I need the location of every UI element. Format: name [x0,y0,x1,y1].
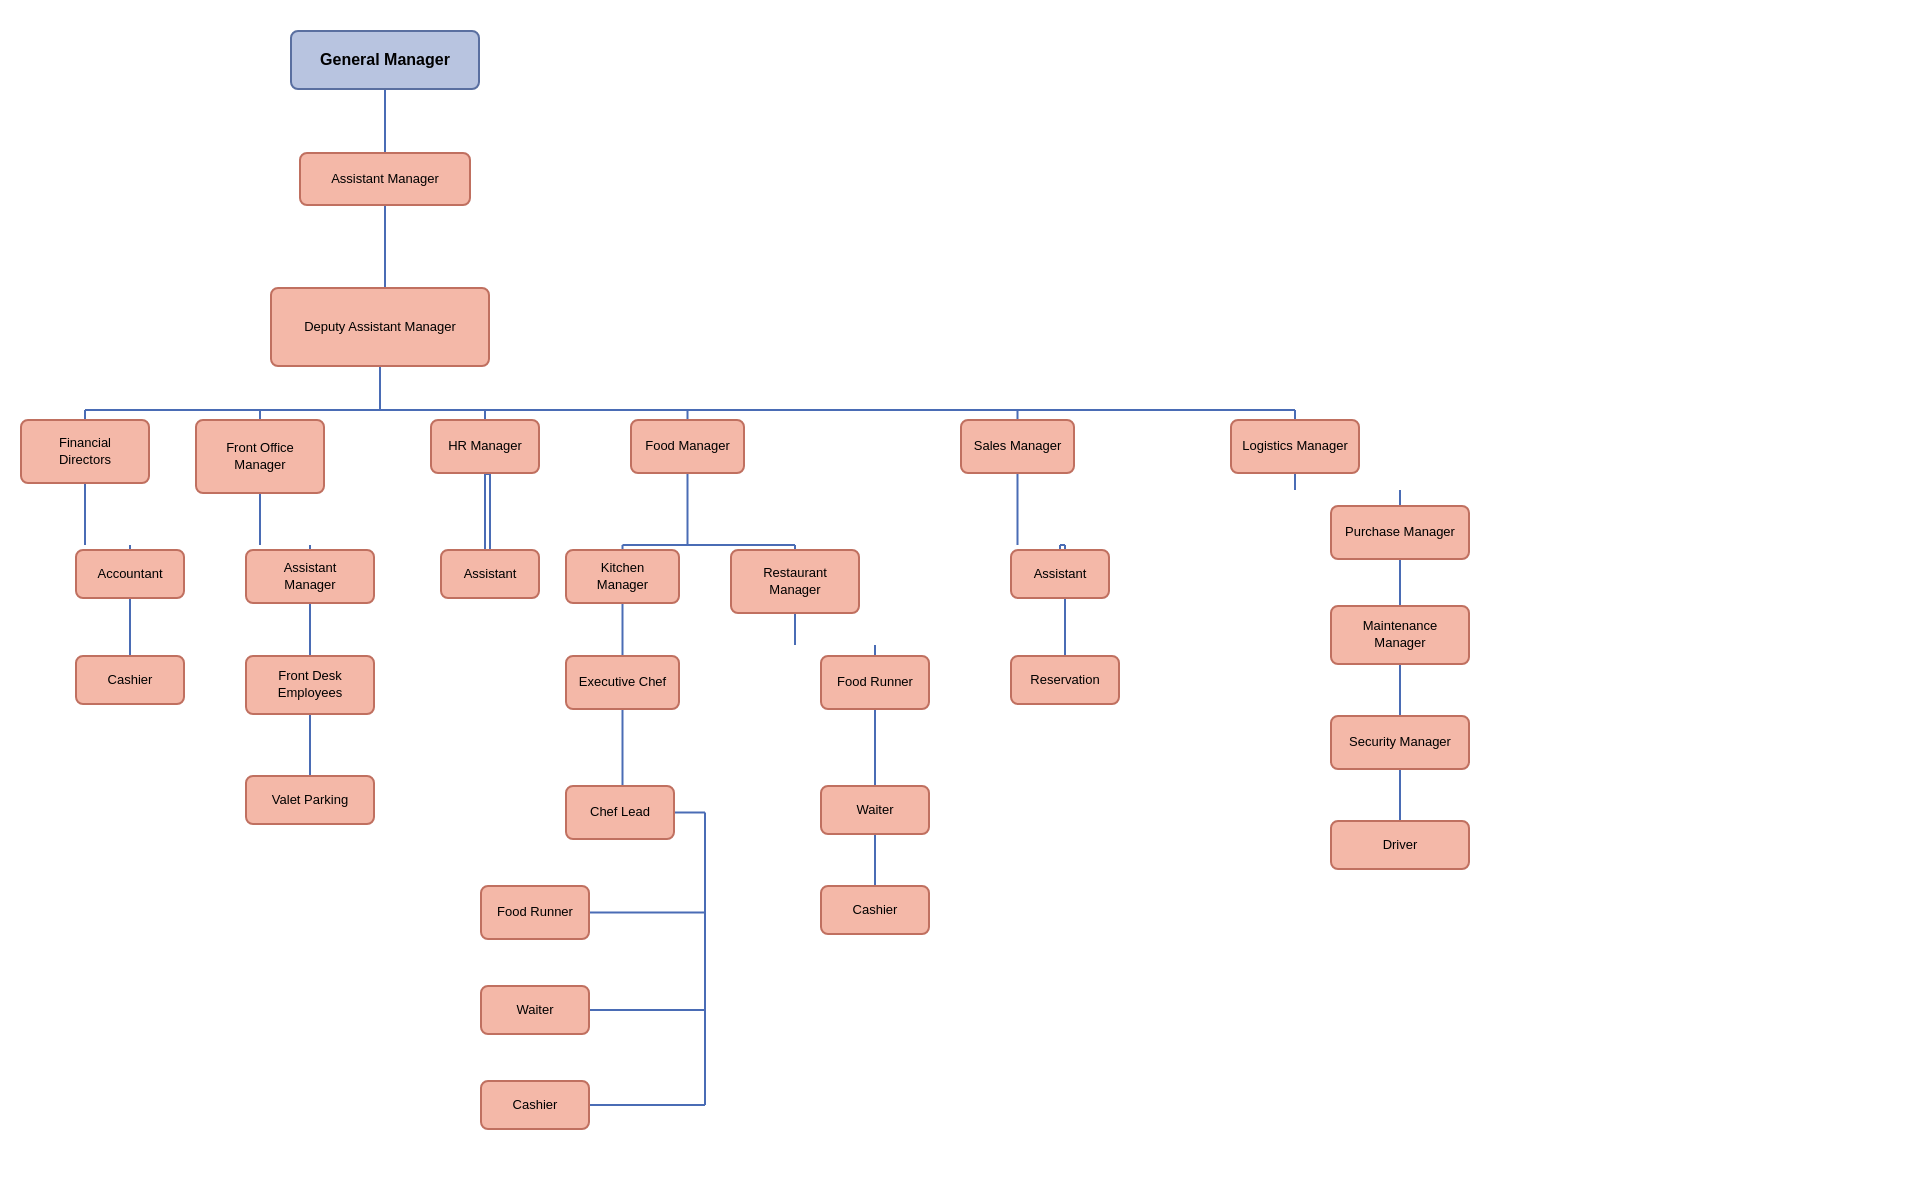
org-chart: General Manager Assistant Manager Deputy A… [0,0,1928,1191]
food_runner_rm-node: Food Runner [820,655,930,710]
reservation-node: Reservation [1010,655,1120,705]
security_manager-node: Security Manager [1330,715,1470,770]
general_manager-node: General Manager [290,30,480,90]
food_manager-node: Food Manager [630,419,745,474]
cashier_rm-node: Cashier [820,885,930,935]
front_desk_employees-node: Front Desk Employees [245,655,375,715]
deputy_assistant_manager-node: Deputy Assistant Manager [270,287,490,367]
asst_mgr_fo-node: Assistant Manager [245,549,375,604]
food_runner_km-node: Food Runner [480,885,590,940]
assistant_manager-node: Assistant Manager [299,152,471,206]
cashier_fin-node: Cashier [75,655,185,705]
executive_chef-node: Executive Chef [565,655,680,710]
hr_manager-node: HR Manager [430,419,540,474]
restaurant_manager-node: Restaurant Manager [730,549,860,614]
front_office_manager-node: Front Office Manager [195,419,325,494]
waiter_km-node: Waiter [480,985,590,1035]
valet_parking-node: Valet Parking [245,775,375,825]
accountant-node: Accountant [75,549,185,599]
assistant_sales-node: Assistant [1010,549,1110,599]
assistant_hr-node: Assistant [440,549,540,599]
purchase_manager-node: Purchase Manager [1330,505,1470,560]
waiter_rm-node: Waiter [820,785,930,835]
maintenance_manager-node: Maintenance Manager [1330,605,1470,665]
financial_directors-node: Financial Directors [20,419,150,484]
driver-node: Driver [1330,820,1470,870]
chef_lead-node: Chef Lead [565,785,675,840]
sales_manager-node: Sales Manager [960,419,1075,474]
logistics_manager-node: Logistics Manager [1230,419,1360,474]
kitchen_manager-node: Kitchen Manager [565,549,680,604]
cashier_km-node: Cashier [480,1080,590,1130]
